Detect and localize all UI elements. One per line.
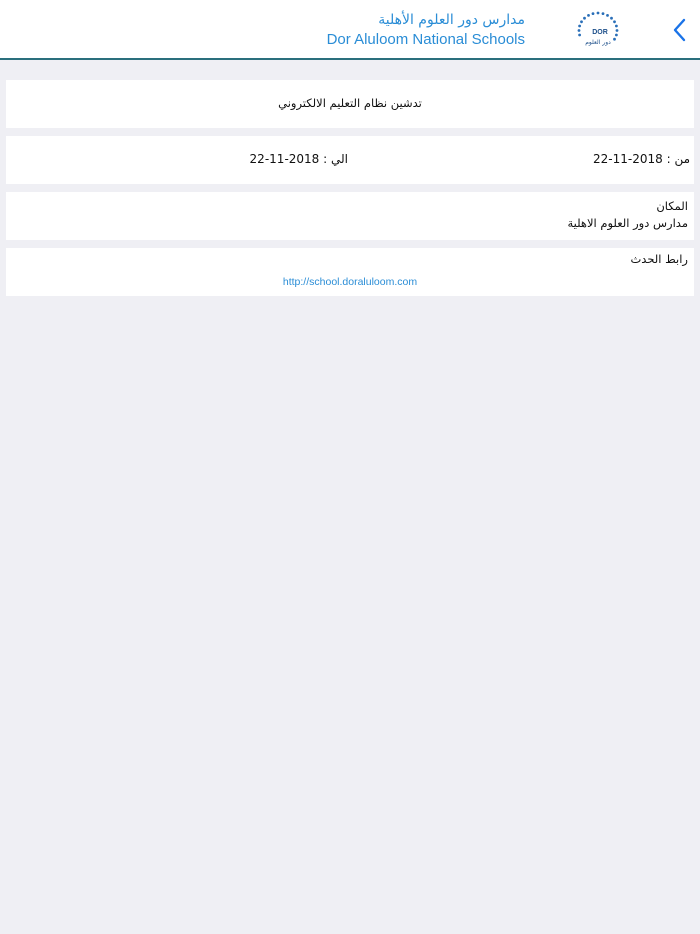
event-title: تدشين نظام التعليم الالكتروني xyxy=(278,96,422,110)
navigation-bar: مدارس دور العلوم الأهلية Dor Aluloom Nat… xyxy=(0,0,700,60)
brand-name-english: Dor Aluloom National Schools xyxy=(326,31,525,48)
event-link[interactable]: http://school.doraluloom.com xyxy=(6,276,694,288)
brand-title: مدارس دور العلوم الأهلية Dor Aluloom Nat… xyxy=(327,10,525,50)
event-dates-card: من : 2018-11-22 الي : 2018-11-22 xyxy=(6,136,694,184)
school-logo: DOR دور العلوم xyxy=(577,11,619,46)
event-title-card: تدشين نظام التعليم الالكتروني xyxy=(6,80,694,128)
event-link-card: رابط الحدث http://school.doraluloom.com xyxy=(6,248,694,296)
brand-name-arabic: مدارس دور العلوم الأهلية xyxy=(378,12,525,28)
event-date-to: الي : 2018-11-22 xyxy=(249,152,348,166)
event-link-label: رابط الحدث xyxy=(630,252,688,266)
chevron-left-icon[interactable] xyxy=(670,17,690,43)
location-label: المكان xyxy=(656,199,688,213)
event-date-from: من : 2018-11-22 xyxy=(592,152,690,166)
logo-text-ar: دور العلوم xyxy=(585,39,611,46)
logo-text-en: DOR xyxy=(592,29,608,36)
location-value: مدارس دور العلوم الاهلية xyxy=(567,216,688,230)
event-location-card: المكان مدارس دور العلوم الاهلية xyxy=(6,192,694,240)
